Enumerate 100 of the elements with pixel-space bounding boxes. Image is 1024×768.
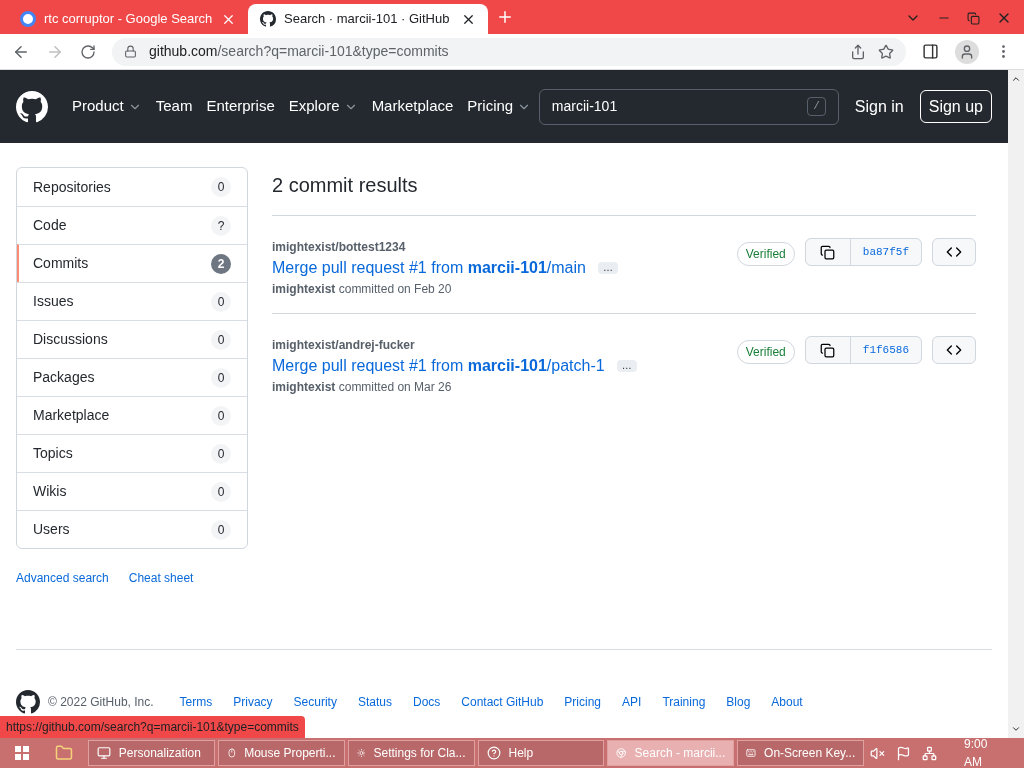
- status-url: https://github.com/search?q=marcii-101&type=commits: [0, 716, 305, 738]
- folder-icon[interactable]: [54, 744, 73, 762]
- filter-item[interactable]: Discussions 0: [17, 320, 247, 358]
- network-icon[interactable]: [922, 745, 938, 761]
- count-badge: 2: [211, 253, 231, 274]
- side-panel-icon[interactable]: [922, 43, 939, 60]
- count-badge: 0: [211, 367, 231, 388]
- nav-link[interactable]: Marketplace: [371, 95, 454, 118]
- app-icon: [226, 746, 237, 760]
- reload-icon[interactable]: [80, 43, 96, 60]
- footer-link[interactable]: Contact GitHub: [461, 693, 544, 711]
- filter-item[interactable]: Issues 0: [17, 282, 247, 320]
- footer-link[interactable]: Training: [662, 693, 706, 711]
- nav-link[interactable]: Team: [155, 95, 193, 118]
- code-icon: [946, 244, 962, 260]
- lock-icon: [124, 45, 137, 58]
- bookmark-star-icon[interactable]: [878, 43, 894, 60]
- url-text: github.com/search?q=marcii-101&type=commits: [149, 42, 449, 61]
- nav-link[interactable]: Pricing: [467, 95, 532, 118]
- browse-code-button[interactable]: [932, 336, 976, 364]
- footer-link[interactable]: Security: [293, 693, 337, 711]
- github-logo-icon: [260, 11, 276, 27]
- app-icon: [356, 746, 366, 760]
- count-badge: 0: [211, 329, 231, 350]
- taskbar-item[interactable]: On-Screen Key...: [737, 740, 865, 766]
- github-logo-icon: [16, 90, 48, 123]
- footer-link[interactable]: Terms: [179, 693, 213, 711]
- count-badge: 0: [211, 519, 231, 540]
- app-icon: [96, 746, 111, 760]
- address-bar[interactable]: github.com/search?q=marcii-101&type=commits: [112, 37, 906, 66]
- browser-tab[interactable]: Search · marcii-101 · GitHub: [248, 4, 488, 34]
- app-icon: [746, 746, 757, 760]
- sign-up-button[interactable]: Sign up: [919, 90, 992, 123]
- copy-icon: [820, 342, 836, 358]
- commit-meta: imightexist committed on Mar 26: [272, 379, 453, 396]
- share-icon[interactable]: [850, 43, 866, 60]
- taskbar-item[interactable]: Personalization: [87, 740, 215, 766]
- filter-item[interactable]: Code ?: [17, 206, 247, 244]
- commit-meta: imightexist committed on Feb 20: [272, 281, 453, 298]
- scrollbar[interactable]: [1008, 70, 1024, 738]
- github-logo-icon: [16, 690, 40, 714]
- filter-item[interactable]: Topics 0: [17, 434, 247, 472]
- repo-name[interactable]: imightexist/bottest1234: [272, 238, 737, 256]
- app-icon: [486, 746, 501, 760]
- footer-link[interactable]: About: [771, 693, 803, 711]
- nav-link[interactable]: Product: [72, 95, 142, 118]
- browse-code-button[interactable]: [932, 238, 976, 266]
- footer-link[interactable]: Pricing: [564, 693, 602, 711]
- tab-title: Search · marcii-101 · GitHub: [284, 10, 451, 29]
- shortcut-key: /: [807, 97, 826, 116]
- filter-item[interactable]: Packages 0: [17, 358, 247, 396]
- taskbar-item[interactable]: Help: [477, 740, 605, 766]
- footer-link[interactable]: Privacy: [233, 693, 273, 711]
- footer-link[interactable]: Status: [357, 693, 392, 711]
- count-badge: 0: [211, 291, 231, 312]
- sha-link[interactable]: f1f6586: [850, 337, 921, 363]
- expand-message-button[interactable]: …: [616, 360, 637, 372]
- nav-link[interactable]: Enterprise: [206, 95, 275, 118]
- scroll-down-icon[interactable]: [1011, 724, 1021, 734]
- clock: 9:00 AM: [964, 736, 989, 768]
- help-link[interactable]: Cheat sheet: [128, 569, 194, 587]
- windows-logo-icon: [14, 746, 29, 760]
- filter-item[interactable]: Marketplace 0: [17, 396, 247, 434]
- sign-in-link[interactable]: Sign in: [854, 94, 904, 119]
- footer-link[interactable]: Blog: [726, 693, 751, 711]
- copyright-text: © 2022 GitHub, Inc.: [48, 694, 154, 711]
- repo-name[interactable]: imightexist/andrej-fucker: [272, 336, 737, 354]
- commit-title-link[interactable]: Merge pull request #1 from marcii-101/patch-1: [272, 354, 605, 378]
- flag-icon[interactable]: [896, 745, 912, 761]
- search-value: marcii-101: [551, 97, 619, 116]
- count-badge: 0: [211, 405, 231, 426]
- copy-icon: [820, 244, 836, 260]
- search-field[interactable]: marcii-101 /: [538, 88, 839, 125]
- footer-link[interactable]: Docs: [412, 693, 441, 711]
- expand-message-button[interactable]: …: [597, 262, 618, 274]
- count-badge: 0: [211, 177, 231, 197]
- scroll-up-icon[interactable]: [1011, 74, 1021, 84]
- volume-muted-icon[interactable]: [870, 745, 886, 761]
- sha-link[interactable]: ba87f5f: [850, 239, 921, 265]
- commit-title-link[interactable]: Merge pull request #1 from marcii-101/main: [272, 256, 586, 280]
- profile-icon[interactable]: [955, 39, 979, 64]
- restore-icon[interactable]: [967, 11, 980, 25]
- footer-link[interactable]: API: [622, 693, 642, 711]
- count-badge: 0: [211, 481, 231, 502]
- filter-item[interactable]: Commits 2: [17, 244, 247, 282]
- count-badge: 0: [211, 443, 231, 464]
- browser-tab[interactable]: rtc corruptor - Google Search: [8, 4, 248, 34]
- results-heading: 2 commit results: [272, 173, 419, 198]
- filter-item[interactable]: Users 0: [17, 510, 247, 548]
- taskbar-item[interactable]: Settings for Cla...: [347, 740, 475, 766]
- tab-title: rtc corruptor - Google Search: [44, 10, 213, 29]
- code-icon: [946, 342, 962, 358]
- filter-item[interactable]: Repositories 0: [17, 168, 247, 206]
- filter-item[interactable]: Wikis 0: [17, 472, 247, 510]
- taskbar-item[interactable]: Mouse Properti...: [217, 740, 345, 766]
- help-link[interactable]: Advanced search: [16, 569, 109, 587]
- new-tab-icon[interactable]: [496, 8, 514, 26]
- nav-link[interactable]: Explore: [288, 95, 358, 118]
- count-badge: ?: [211, 215, 231, 236]
- app-icon: [616, 746, 627, 760]
